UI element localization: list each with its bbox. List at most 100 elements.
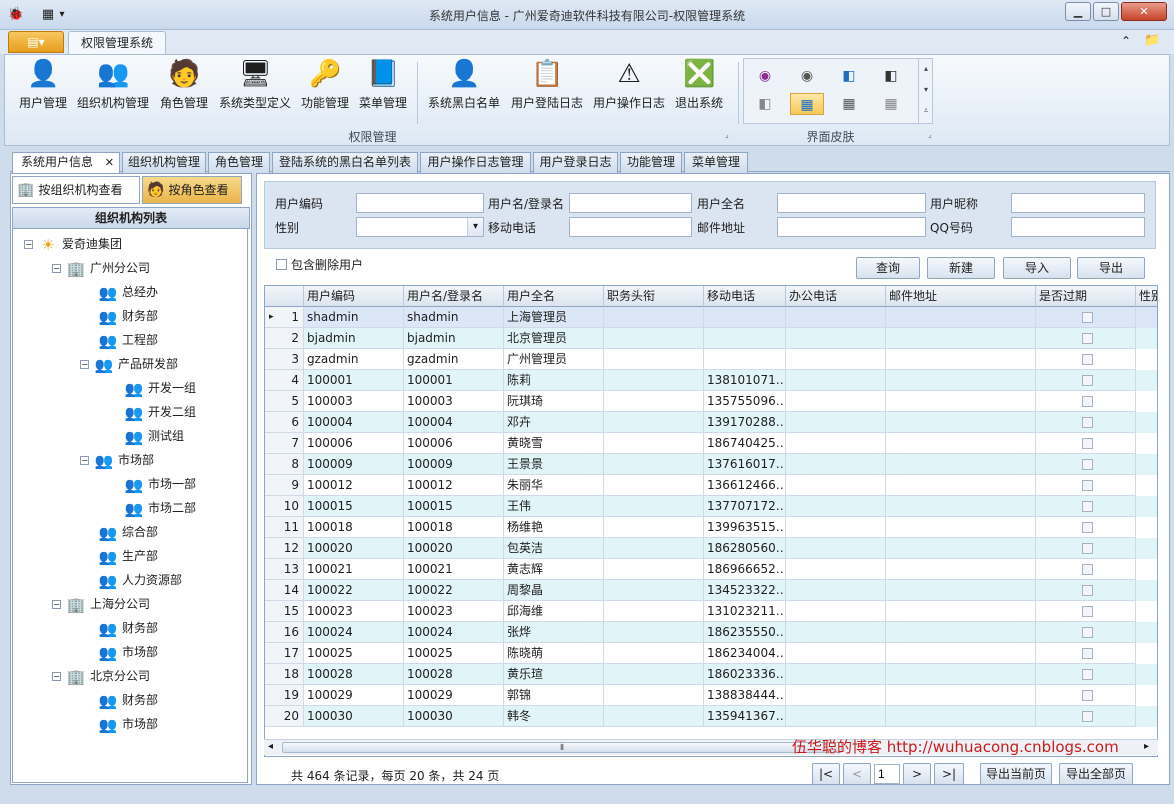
- tree-node[interactable]: − 🏢 上海分公司: [52, 594, 150, 614]
- table-cell[interactable]: 134523322…: [704, 580, 786, 601]
- tree-node[interactable]: 👥 开发一组: [106, 378, 196, 398]
- column-header[interactable]: 职务头衔: [604, 286, 704, 307]
- table-cell[interactable]: 100020: [304, 538, 404, 559]
- sys-type-button[interactable]: 🖥 系统类型定义: [216, 58, 294, 124]
- table-cell[interactable]: 186740425…: [704, 433, 786, 454]
- doc-tab-1[interactable]: 组织机构管理: [122, 152, 206, 173]
- table-cell[interactable]: [786, 370, 886, 391]
- collapse-icon[interactable]: −: [24, 240, 33, 249]
- query-button[interactable]: 查询: [856, 257, 920, 279]
- tree-node[interactable]: 👥 生产部: [80, 546, 158, 566]
- expired-cell[interactable]: [1036, 412, 1136, 433]
- prev-page-button[interactable]: <: [843, 763, 871, 785]
- table-cell[interactable]: [786, 475, 886, 496]
- expired-cell[interactable]: [1036, 517, 1136, 538]
- table-cell[interactable]: gzadmin: [404, 349, 504, 370]
- table-cell[interactable]: 100023: [304, 601, 404, 622]
- expired-checkbox[interactable]: [1081, 312, 1093, 323]
- table-cell[interactable]: 100001: [404, 370, 504, 391]
- table-cell[interactable]: [604, 475, 704, 496]
- table-cell[interactable]: 100001: [304, 370, 404, 391]
- table-cell[interactable]: [786, 454, 886, 475]
- chevron-down-icon[interactable]: ▾: [467, 218, 483, 236]
- group-launcher-icon[interactable]: ⌟: [725, 130, 729, 139]
- expired-cell[interactable]: [1036, 706, 1136, 727]
- table-cell[interactable]: [886, 664, 1036, 685]
- minimize-button[interactable]: ▁: [1065, 2, 1091, 21]
- expired-checkbox[interactable]: [1081, 711, 1093, 722]
- table-cell[interactable]: [886, 307, 1036, 328]
- table-cell[interactable]: 100015: [404, 496, 504, 517]
- table-cell[interactable]: [704, 307, 786, 328]
- close-tab-icon[interactable]: ✕: [105, 153, 114, 172]
- collapse-icon[interactable]: −: [80, 360, 89, 369]
- expired-cell[interactable]: [1036, 559, 1136, 580]
- table-cell[interactable]: 陈晓萌: [504, 643, 604, 664]
- table-cell[interactable]: [786, 622, 886, 643]
- expired-checkbox[interactable]: [1081, 543, 1093, 554]
- expired-checkbox[interactable]: [1081, 480, 1093, 491]
- table-cell[interactable]: [704, 328, 786, 349]
- table-cell[interactable]: 广州管理员: [504, 349, 604, 370]
- table-row[interactable]: 6 100004 100004 邓卉 139170288…: [265, 412, 1157, 433]
- operation-log-button[interactable]: ⚠ 用户操作日志: [590, 58, 668, 124]
- tree-node[interactable]: 👥 工程部: [80, 330, 158, 350]
- first-page-button[interactable]: |<: [812, 763, 840, 785]
- table-row[interactable]: 2 bjadmin bjadmin 北京管理员: [265, 328, 1157, 349]
- table-cell[interactable]: [786, 328, 886, 349]
- tree-node[interactable]: 👥 市场部: [80, 714, 158, 734]
- doc-tab-6[interactable]: 功能管理: [620, 152, 682, 173]
- table-cell[interactable]: 100003: [404, 391, 504, 412]
- table-cell[interactable]: [786, 349, 886, 370]
- maximize-button[interactable]: □: [1093, 2, 1119, 21]
- collapse-icon[interactable]: −: [52, 672, 61, 681]
- table-cell[interactable]: [786, 307, 886, 328]
- table-cell[interactable]: [886, 643, 1036, 664]
- expired-cell[interactable]: [1036, 496, 1136, 517]
- table-cell[interactable]: [604, 622, 704, 643]
- export-all-pages-button[interactable]: 导出全部页: [1059, 763, 1133, 785]
- doc-tab-2[interactable]: 角色管理: [208, 152, 270, 173]
- tab-by-org[interactable]: 🏢 按组织机构查看: [12, 176, 140, 204]
- table-cell[interactable]: [786, 643, 886, 664]
- tree-node[interactable]: − ☀ 爱奇迪集团: [24, 234, 122, 254]
- table-cell[interactable]: [604, 538, 704, 559]
- table-cell[interactable]: 186235550…: [704, 622, 786, 643]
- table-cell[interactable]: [786, 433, 886, 454]
- table-cell[interactable]: [604, 349, 704, 370]
- table-row[interactable]: 12 100020 100020 包英洁 186280560…: [265, 538, 1157, 559]
- table-cell[interactable]: [604, 706, 704, 727]
- table-cell[interactable]: shadmin: [404, 307, 504, 328]
- expired-checkbox[interactable]: [1081, 396, 1093, 407]
- expired-checkbox[interactable]: [1081, 606, 1093, 617]
- table-cell[interactable]: 100015: [304, 496, 404, 517]
- expired-cell[interactable]: [1036, 391, 1136, 412]
- table-cell[interactable]: 100018: [304, 517, 404, 538]
- expired-cell[interactable]: [1036, 622, 1136, 643]
- table-cell[interactable]: 139170288…: [704, 412, 786, 433]
- expired-checkbox[interactable]: [1081, 417, 1093, 428]
- expired-cell[interactable]: [1036, 370, 1136, 391]
- table-cell[interactable]: 100024: [404, 622, 504, 643]
- export-current-page-button[interactable]: 导出当前页: [980, 763, 1052, 785]
- table-cell[interactable]: bjadmin: [404, 328, 504, 349]
- full-name-input[interactable]: [777, 193, 926, 213]
- collapse-icon[interactable]: −: [52, 264, 61, 273]
- scroll-left-icon[interactable]: ◂: [268, 741, 273, 752]
- table-cell[interactable]: 135941367…: [704, 706, 786, 727]
- table-cell[interactable]: [604, 391, 704, 412]
- table-cell[interactable]: [886, 685, 1036, 706]
- expired-cell[interactable]: [1036, 580, 1136, 601]
- table-cell[interactable]: [786, 496, 886, 517]
- column-header[interactable]: 邮件地址: [886, 286, 1036, 307]
- table-row[interactable]: 10 100015 100015 王伟 137707172…: [265, 496, 1157, 517]
- table-cell[interactable]: [604, 328, 704, 349]
- table-cell[interactable]: [886, 433, 1036, 454]
- skin-gallery-scroll[interactable]: ▴ ▾ ⩡: [918, 58, 933, 124]
- tree-node[interactable]: 👥 综合部: [80, 522, 158, 542]
- table-cell[interactable]: 136612466…: [704, 475, 786, 496]
- table-row[interactable]: 13 100021 100021 黄志辉 186966652…: [265, 559, 1157, 580]
- table-cell[interactable]: 186966652…: [704, 559, 786, 580]
- table-cell[interactable]: 张烨: [504, 622, 604, 643]
- table-cell[interactable]: 王景景: [504, 454, 604, 475]
